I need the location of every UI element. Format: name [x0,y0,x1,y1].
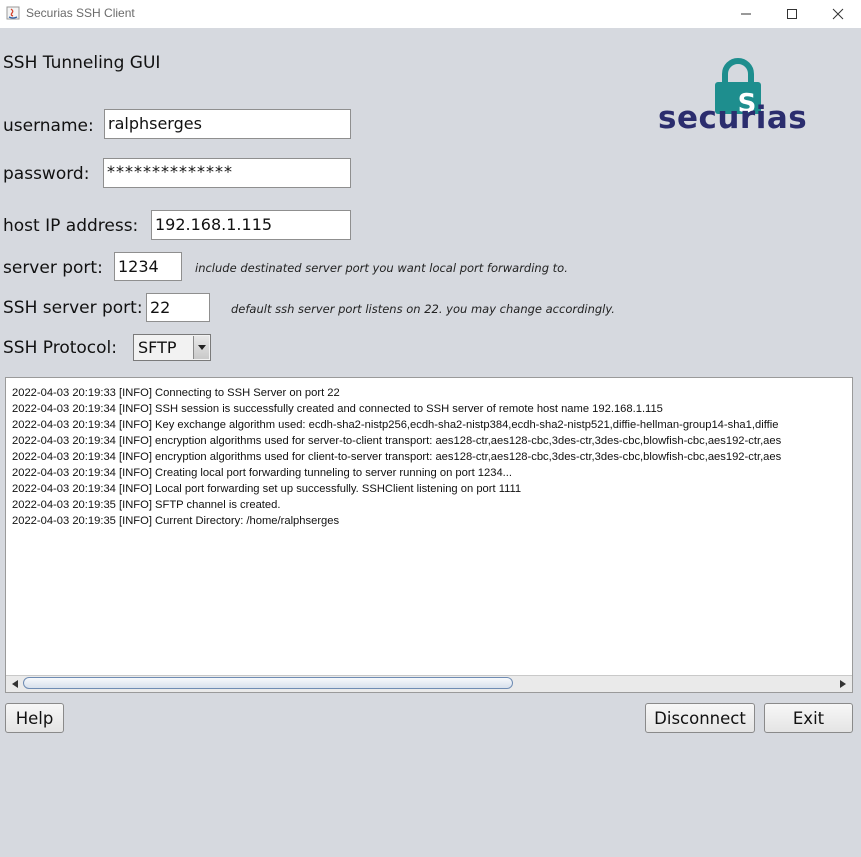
host-ip-field[interactable]: 192.168.1.115 [151,210,351,240]
password-label: password: [3,164,90,184]
chevron-down-icon [197,344,206,350]
java-app-icon [6,6,20,20]
log-lines: 2022-04-03 20:19:33 [INFO] Connecting to… [12,385,781,529]
maximize-button[interactable] [769,0,815,28]
arrow-left-icon [12,679,18,688]
ssh-port-label: SSH server port: [3,298,143,318]
log-line: 2022-04-03 20:19:34 [INFO] SSH session i… [12,403,663,415]
protocol-selected-value: SFTP [138,338,177,357]
securias-logo: S securias [652,58,822,140]
protocol-label: SSH Protocol: [3,338,118,358]
minimize-icon [741,13,751,15]
log-line: 2022-04-03 20:19:34 [INFO] encryption al… [12,435,782,447]
page-heading: SSH Tunneling GUI [3,53,161,73]
horizontal-scrollbar[interactable] [6,675,852,692]
help-button[interactable]: Help [5,703,64,733]
server-port-field[interactable]: 1234 [114,252,182,281]
scrollbar-thumb[interactable] [23,677,513,689]
server-port-hint: include destinated server port you want … [195,261,568,275]
scroll-right-button[interactable] [836,677,850,690]
log-line: 2022-04-03 20:19:34 [INFO] Key exchange … [12,419,779,431]
log-line: 2022-04-03 20:19:34 [INFO] Local port fo… [12,483,522,495]
exit-button[interactable]: Exit [764,703,853,733]
log-line: 2022-04-03 20:19:34 [INFO] Creating loca… [12,467,513,479]
host-label: host IP address: [3,216,139,236]
title-bar: Securias SSH Client [0,0,861,28]
log-line: 2022-04-03 20:19:34 [INFO] encryption al… [12,451,782,463]
ssh-port-field[interactable]: 22 [146,293,210,322]
ssh-port-hint: default ssh server port listens on 22. y… [231,302,615,316]
scroll-left-button[interactable] [8,677,22,690]
log-line: 2022-04-03 20:19:33 [INFO] Connecting to… [12,387,340,399]
username-label: username: [3,116,94,136]
maximize-icon [787,9,797,19]
log-line: 2022-04-03 20:19:35 [INFO] SFTP channel … [12,499,281,511]
server-port-label: server port: [3,258,103,278]
disconnect-button[interactable]: Disconnect [645,703,755,733]
close-icon [832,8,844,20]
close-button[interactable] [815,0,861,28]
window-title: Securias SSH Client [26,6,135,20]
username-field[interactable]: ralphserges [104,109,351,139]
password-field[interactable]: ************** [103,158,351,188]
dropdown-arrow-button[interactable] [193,336,209,359]
minimize-button[interactable] [723,0,769,28]
protocol-select[interactable]: SFTP [133,334,211,361]
logo-text: securias [658,100,808,136]
log-output[interactable]: 2022-04-03 20:19:33 [INFO] Connecting to… [5,377,853,693]
log-line: 2022-04-03 20:19:35 [INFO] Current Direc… [12,515,340,527]
arrow-right-icon [840,679,846,688]
